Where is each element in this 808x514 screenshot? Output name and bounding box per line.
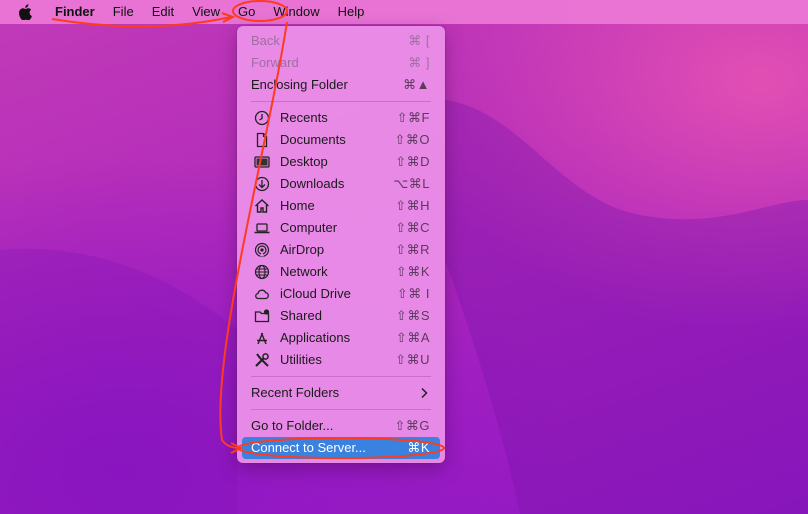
go-to-folder-label: Go to Folder... [251, 418, 334, 433]
menu-bar: Finder File Edit View Go Window Help [0, 0, 808, 24]
menu-item-network[interactable]: Network ⇧⌘K [242, 261, 440, 283]
chevron-right-icon [421, 387, 428, 399]
menu-item-documents[interactable]: Documents ⇧⌘O [242, 129, 440, 151]
tools-icon [255, 353, 269, 367]
forward-shortcut: ⌘ ] [408, 55, 430, 70]
downloads-label: Downloads [280, 176, 345, 191]
menu-item-computer[interactable]: Computer ⇧⌘C [242, 217, 440, 239]
menu-item-icloud-drive[interactable]: iCloud Drive ⇧⌘ I [242, 283, 440, 305]
menu-go[interactable]: Go [229, 0, 264, 24]
menu-item-downloads[interactable]: Downloads ⌥⌘L [242, 173, 440, 195]
documents-shortcut: ⇧⌘O [394, 132, 430, 147]
menu-item-shared[interactable]: Shared ⇧⌘S [242, 305, 440, 327]
utilities-shortcut: ⇧⌘U [395, 352, 430, 367]
menu-item-back[interactable]: Back ⌘ [ [242, 30, 440, 52]
menu-edit[interactable]: Edit [143, 0, 183, 24]
home-shortcut: ⇧⌘H [395, 198, 430, 213]
shared-label: Shared [280, 308, 322, 323]
applications-label: Applications [280, 330, 351, 345]
connect-to-server-shortcut: ⌘K [407, 440, 430, 455]
clock-icon [254, 110, 270, 126]
desktop-shortcut: ⇧⌘D [395, 154, 430, 169]
desktop-label: Desktop [280, 154, 328, 169]
downloads-shortcut: ⌥⌘L [393, 176, 430, 191]
computer-shortcut: ⇧⌘C [395, 220, 430, 235]
menu-file[interactable]: File [104, 0, 143, 24]
enclosing-folder-shortcut: ⌘▲ [403, 77, 430, 92]
connect-to-server-label: Connect to Server... [251, 440, 366, 455]
apple-logo-icon [19, 4, 32, 20]
desktop-icon [254, 156, 270, 168]
documents-label: Documents [280, 132, 346, 147]
airdrop-shortcut: ⇧⌘R [395, 242, 430, 257]
menu-item-utilities[interactable]: Utilities ⇧⌘U [242, 349, 440, 371]
menu-item-home[interactable]: Home ⇧⌘H [242, 195, 440, 217]
network-label: Network [280, 264, 328, 279]
document-icon [256, 132, 268, 148]
enclosing-folder-label: Enclosing Folder [251, 77, 348, 92]
home-icon [255, 199, 269, 213]
home-label: Home [280, 198, 315, 213]
menu-view[interactable]: View [183, 0, 229, 24]
menu-finder[interactable]: Finder [46, 0, 104, 24]
airdrop-icon [254, 242, 270, 258]
menu-item-go-to-folder[interactable]: Go to Folder... ⇧⌘G [242, 415, 440, 437]
apple-menu[interactable] [0, 4, 46, 20]
menu-item-applications[interactable]: Applications ⇧⌘A [242, 327, 440, 349]
recent-folders-label: Recent Folders [251, 385, 340, 400]
network-shortcut: ⇧⌘K [395, 264, 430, 279]
menu-separator [251, 101, 431, 102]
menu-item-recents[interactable]: Recents ⇧⌘F [242, 107, 440, 129]
utilities-label: Utilities [280, 352, 322, 367]
menu-separator [251, 376, 431, 377]
menu-item-connect-to-server[interactable]: Connect to Server... ⌘K [242, 437, 440, 459]
menu-window[interactable]: Window [264, 0, 328, 24]
cloud-icon [255, 289, 269, 300]
go-menu-dropdown: Back ⌘ [ Forward ⌘ ] Enclosing Folder ⌘▲… [237, 26, 445, 463]
download-icon [254, 176, 270, 192]
menu-separator [251, 409, 431, 410]
menu-item-enclosing-folder[interactable]: Enclosing Folder ⌘▲ [242, 74, 440, 96]
applications-icon [257, 332, 267, 345]
icloud-drive-shortcut: ⇧⌘ I [396, 286, 430, 301]
menu-item-airdrop[interactable]: AirDrop ⇧⌘R [242, 239, 440, 261]
menu-help[interactable]: Help [329, 0, 374, 24]
icloud-drive-label: iCloud Drive [280, 286, 351, 301]
go-to-folder-shortcut: ⇧⌘G [394, 418, 430, 433]
shared-shortcut: ⇧⌘S [395, 308, 430, 323]
menu-item-forward[interactable]: Forward ⌘ ] [242, 52, 440, 74]
back-label: Back [251, 33, 280, 48]
menu-item-recent-folders[interactable]: Recent Folders [242, 382, 440, 404]
globe-icon [254, 264, 270, 280]
recents-shortcut: ⇧⌘F [396, 110, 430, 125]
forward-label: Forward [251, 55, 299, 70]
airdrop-label: AirDrop [280, 242, 325, 257]
recents-label: Recents [280, 110, 328, 125]
computer-label: Computer [280, 220, 338, 235]
laptop-icon [254, 223, 270, 234]
shared-folder-icon [254, 309, 270, 323]
applications-shortcut: ⇧⌘A [395, 330, 430, 345]
back-shortcut: ⌘ [ [408, 33, 430, 48]
menu-item-desktop[interactable]: Desktop ⇧⌘D [242, 151, 440, 173]
